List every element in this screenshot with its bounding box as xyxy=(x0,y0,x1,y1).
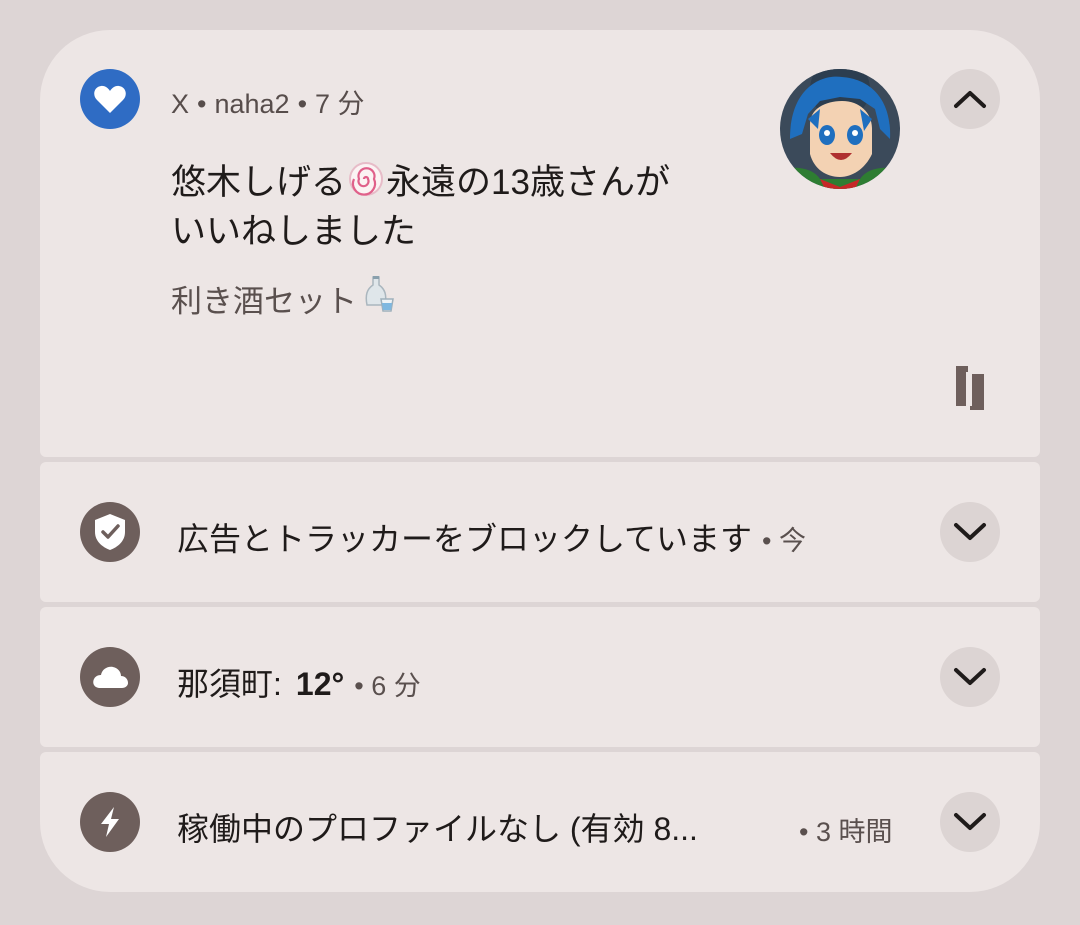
body-text: 利き酒セット xyxy=(171,283,357,319)
notification-row: 広告とトラッカーをブロックしています • 今 xyxy=(177,514,806,560)
notification-stack: X • naha2 • 7 分 悠木しげる 永遠の13歳さんが いいねしました … xyxy=(40,30,1040,892)
separator: • xyxy=(297,89,308,119)
notification-meta: • 今 xyxy=(762,519,806,558)
title-part-2: 永遠の13歳さんが xyxy=(386,163,670,202)
copy-icon xyxy=(956,366,984,410)
notification-time: 3 時間 xyxy=(815,817,893,847)
notification-body: 利き酒セット xyxy=(171,275,395,321)
temperature: 12° xyxy=(295,666,345,702)
expand-button[interactable] xyxy=(940,792,1000,852)
account-name: naha2 xyxy=(214,89,290,119)
notification-profile[interactable]: 稼働中のプロファイルなし (有効 8... • 3 時間 xyxy=(40,752,1040,892)
chevron-down-icon xyxy=(954,668,986,685)
notification-meta: • 6 分 xyxy=(354,664,421,703)
notification-x[interactable]: X • naha2 • 7 分 悠木しげる 永遠の13歳さんが いいねしました … xyxy=(40,30,1040,457)
shield-check-icon xyxy=(80,502,140,562)
avatar xyxy=(780,69,900,189)
app-name: X xyxy=(171,89,190,119)
chevron-down-icon xyxy=(954,523,986,540)
sake-emoji xyxy=(363,275,395,321)
collapse-button[interactable] xyxy=(940,69,1000,129)
notification-time: 今 xyxy=(779,526,807,556)
fishcake-emoji xyxy=(348,161,384,209)
separator: • xyxy=(197,89,207,119)
separator: • xyxy=(762,526,772,556)
notification-text: 稼働中のプロファイルなし (有効 8... xyxy=(177,811,698,847)
title-part-3: いいねしました xyxy=(171,211,417,251)
notification-time: 7 分 xyxy=(315,89,365,119)
chevron-down-icon xyxy=(954,813,986,830)
notification-weather[interactable]: 那須町: 12° • 6 分 xyxy=(40,607,1040,747)
cloud-icon xyxy=(80,647,140,707)
notification-header: X • naha2 • 7 分 xyxy=(171,82,365,121)
copy-button[interactable] xyxy=(952,362,992,412)
heart-icon xyxy=(80,69,140,129)
notification-text: 広告とトラッカーをブロックしています xyxy=(177,521,753,557)
lightning-icon xyxy=(80,792,140,852)
location: 那須町: xyxy=(177,666,282,702)
notification-row: 稼働中のプロファイルなし (有効 8... • 3 時間 xyxy=(177,804,893,850)
expand-button[interactable] xyxy=(940,647,1000,707)
notification-time: 6 分 xyxy=(371,671,421,701)
expand-button[interactable] xyxy=(940,502,1000,562)
separator: • xyxy=(354,671,364,701)
notification-title: 悠木しげる 永遠の13歳さんがいいねしました xyxy=(171,160,771,255)
title-part-1: 悠木しげる xyxy=(171,163,347,202)
notification-adblock[interactable]: 広告とトラッカーをブロックしています • 今 xyxy=(40,462,1040,602)
chevron-up-icon xyxy=(954,91,986,108)
separator: • xyxy=(799,817,809,847)
notification-row: 那須町: 12° • 6 分 xyxy=(177,659,421,705)
notification-meta: • 3 時間 xyxy=(799,810,893,849)
